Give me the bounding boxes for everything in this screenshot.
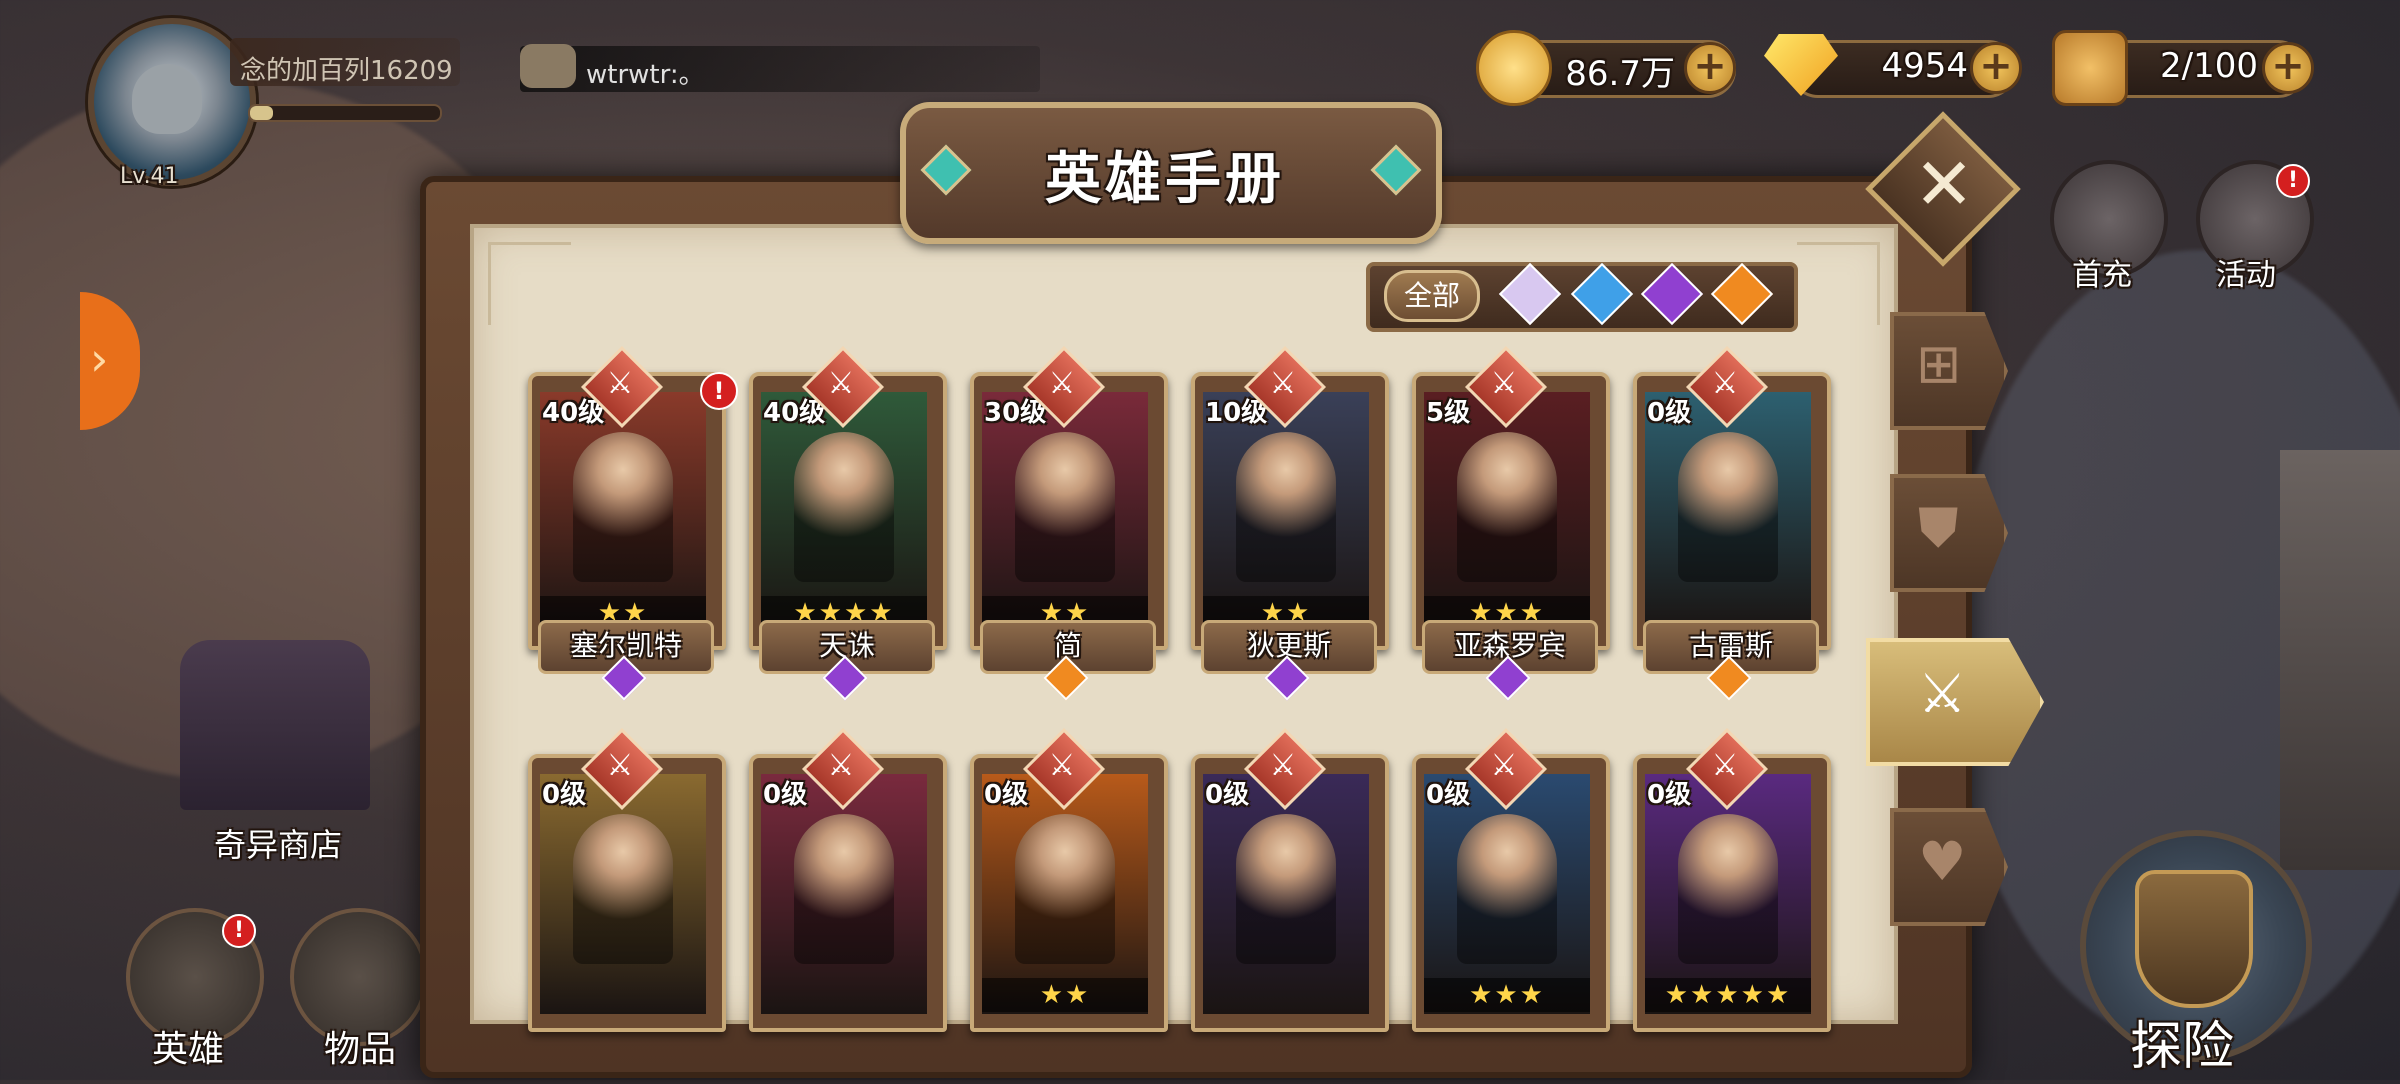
- hero-card[interactable]: 10级 ★★ ⚔ 狄更斯: [1191, 345, 1389, 702]
- hero-card[interactable]: 40级 ★★ ⚔! 塞尔凯特: [528, 345, 738, 702]
- heart-icon: ♥: [1918, 830, 1967, 893]
- hero-level: 0级: [1647, 398, 1692, 428]
- hero-card[interactable]: 30级 ★★ ⚔ 简: [970, 345, 1168, 702]
- sword-icon: ⚔: [1269, 366, 1297, 401]
- sword-icon: ⚔: [1490, 748, 1518, 783]
- chevron-right-icon: ›: [90, 332, 109, 386]
- hero-stars: ★★★: [1424, 978, 1590, 1012]
- tab-shield[interactable]: ⛊: [1890, 474, 2008, 592]
- hero-card[interactable]: 0级 ★★ ⚔: [970, 727, 1168, 1084]
- sword-icon: ⚔: [1048, 366, 1076, 401]
- background-tower: [2280, 450, 2400, 870]
- sword-icon: ⚔: [1711, 366, 1739, 401]
- hero-level: 0级: [1426, 780, 1471, 810]
- chat-message: wtrwtr:。: [586, 60, 705, 90]
- sword-icon: ⚔: [827, 366, 855, 401]
- food-icon: [2052, 30, 2128, 106]
- hero-figure: [1457, 432, 1557, 582]
- player-level: Lv.41: [120, 164, 179, 189]
- add-gold-button[interactable]: +: [1684, 42, 1736, 94]
- tab-grid[interactable]: ⊞: [1890, 312, 2008, 430]
- hero-card[interactable]: 40级 ★★★★ ⚔ 天诛: [749, 345, 947, 702]
- diamond-value: 4954: [1881, 46, 1968, 86]
- heroes-nav-label: 英雄: [152, 1029, 225, 1070]
- shop-label: 奇异商店: [214, 826, 343, 864]
- corner-ornament: [488, 242, 571, 325]
- hero-figure: [1678, 432, 1778, 582]
- hero-alert-icon: !: [700, 372, 738, 410]
- stamina-value: 2/100: [2160, 46, 2258, 86]
- hero-card[interactable]: 0级 ⚔: [749, 727, 947, 1084]
- exp-fill: [250, 106, 273, 120]
- filter-all-button[interactable]: 全部: [1384, 270, 1480, 322]
- exp-bar: [248, 104, 442, 122]
- avatar-face: [132, 64, 202, 134]
- items-nav-label: 物品: [324, 1029, 397, 1070]
- grid-icon: ⊞: [1916, 332, 1962, 395]
- hero-figure: [1236, 814, 1336, 964]
- add-stamina-button[interactable]: +: [2262, 42, 2314, 94]
- hero-card[interactable]: 0级 ⚔ 古雷斯: [1633, 345, 1831, 702]
- sword-icon: ⚔: [1918, 662, 1967, 725]
- hero-figure: [573, 814, 673, 964]
- hero-level: 0级: [763, 780, 808, 810]
- heroes-alert-icon: !: [222, 914, 256, 948]
- hero-card[interactable]: 0级 ★★★★★ ⚔: [1633, 727, 1831, 1084]
- hero-card[interactable]: 0级 ⚔: [1191, 727, 1389, 1084]
- sword-icon: ⚔: [606, 748, 634, 783]
- hero-figure: [1236, 432, 1336, 582]
- first-recharge-label: 首充: [2072, 258, 2132, 293]
- adventure-label: 探险: [2130, 1017, 2235, 1077]
- hero-figure: [794, 432, 894, 582]
- hero-card[interactable]: 0级 ★★★ ⚔: [1412, 727, 1610, 1084]
- sword-icon: ⚔: [827, 748, 855, 783]
- hero-figure: [1678, 814, 1778, 964]
- sword-icon: ⚔: [1490, 366, 1518, 401]
- sword-icon: ⚔: [1269, 748, 1297, 783]
- hero-figure: [573, 432, 673, 582]
- hero-level: 0级: [1647, 780, 1692, 810]
- gold-value: 86.7万: [1565, 54, 1675, 94]
- shop-building[interactable]: [180, 640, 370, 810]
- sword-icon: ⚔: [1048, 748, 1076, 783]
- chat-bubble-icon[interactable]: [520, 44, 576, 88]
- hero-level: 0级: [542, 780, 587, 810]
- close-icon: ✕: [1913, 142, 1975, 226]
- sword-icon: ⚔: [606, 366, 634, 401]
- sword-icon: ⚔: [1711, 748, 1739, 783]
- hero-figure: [1015, 432, 1115, 582]
- panel-title: 英雄手册: [1045, 147, 1285, 212]
- events-alert-icon: !: [2276, 164, 2310, 198]
- shield-emblem-icon: [2135, 870, 2253, 1008]
- hero-stars: ★★: [982, 978, 1148, 1012]
- corner-ornament: [1797, 242, 1880, 325]
- shield-icon: ⛊: [1918, 496, 1959, 559]
- hero-level: 0级: [1205, 780, 1250, 810]
- tab-heart[interactable]: ♥: [1890, 808, 2008, 926]
- hero-figure: [1457, 814, 1557, 964]
- tab-sword[interactable]: ⚔: [1866, 638, 2044, 766]
- add-diamond-button[interactable]: +: [1970, 42, 2022, 94]
- hero-figure: [794, 814, 894, 964]
- hero-card[interactable]: 0级 ⚔: [528, 727, 726, 1084]
- hero-stars: ★★★★★: [1645, 978, 1811, 1012]
- hero-figure: [1015, 814, 1115, 964]
- hero-level: 0级: [984, 780, 1029, 810]
- hero-level: 5级: [1426, 398, 1471, 428]
- player-name: 念的加百列16209: [240, 56, 453, 86]
- events-label: 活动: [2216, 258, 2276, 293]
- hero-card[interactable]: 5级 ★★★ ⚔ 亚森罗宾: [1412, 345, 1610, 702]
